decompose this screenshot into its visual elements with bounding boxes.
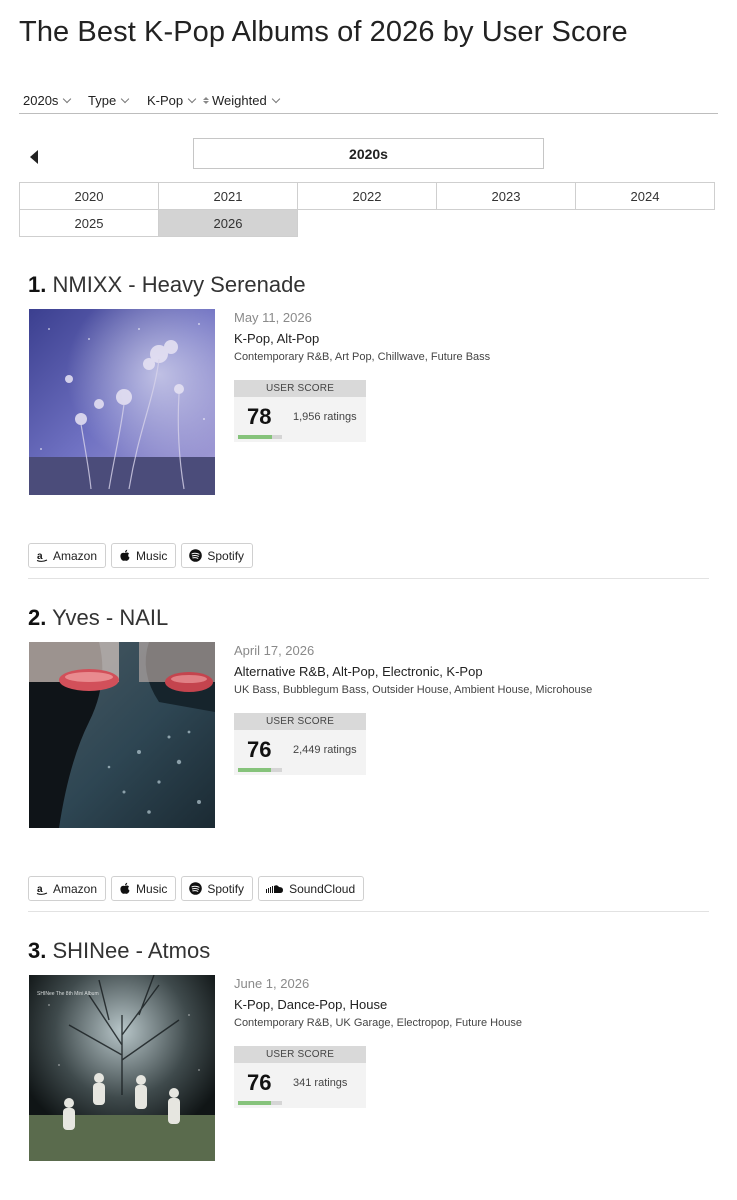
album-title[interactable]: 2. Yves - NAIL (28, 605, 168, 631)
decade-filter-label: 2020s (23, 93, 59, 108)
ratings-count: 2,449 ratings (293, 744, 357, 756)
user-score-box: USER SCORE 76 341 ratings (234, 1046, 366, 1108)
year-tab[interactable]: 2022 (297, 182, 437, 210)
album-cover-art: SHINee The 8th Mini Album (29, 975, 215, 1161)
album-rank: 3. (28, 938, 47, 963)
album-cover-art (29, 642, 215, 828)
spotify-icon (189, 882, 203, 895)
amazon-icon: a (36, 551, 48, 562)
filter-bar: 2020s Type K-Pop Weighted (19, 88, 718, 114)
spotify-link-label: Spotify (207, 881, 245, 896)
spotify-link-label: Spotify (207, 548, 245, 563)
amazon-link[interactable]: a Amazon (28, 876, 107, 901)
sort-filter-label: Weighted (212, 93, 267, 108)
divider (28, 911, 709, 912)
spotify-icon (189, 549, 203, 562)
score-bar-fill (238, 435, 273, 439)
type-filter-label: Type (88, 93, 117, 108)
apple-icon (120, 549, 130, 561)
secondary-genres[interactable]: Contemporary R&B, Art Pop, Chillwave, Fu… (234, 351, 490, 363)
year-tab[interactable]: 2024 (575, 182, 715, 210)
sort-filter[interactable]: Weighted (203, 93, 280, 108)
apple-music-link[interactable]: Music (111, 876, 177, 901)
year-tab[interactable]: 2023 (436, 182, 576, 210)
chevron-down-icon (271, 94, 280, 103)
buy-links: a Amazon Music Spotify SoundCloud (28, 876, 365, 901)
year-tab[interactable]: 2021 (158, 182, 298, 210)
page-title: The Best K-Pop Albums of 2026 by User Sc… (19, 16, 628, 48)
apple-icon (120, 882, 130, 894)
apple-music-link-label: Music (136, 881, 168, 896)
ratings-count: 341 ratings (293, 1077, 348, 1089)
amazon-link-label: Amazon (53, 881, 98, 896)
decade-filter[interactable]: 2020s (23, 93, 72, 108)
album-meta: April 17, 2026 Alternative R&B, Alt-Pop,… (234, 643, 592, 775)
score-bar (238, 768, 282, 772)
type-filter[interactable]: Type (88, 93, 130, 108)
album-cover[interactable]: SHINee The 8th Mini Album (29, 975, 215, 1161)
album-cover[interactable] (29, 309, 215, 495)
album-meta: May 11, 2026 K-Pop, Alt-Pop Contemporary… (234, 310, 490, 442)
album-title[interactable]: 1. NMIXX - Heavy Serenade (28, 272, 306, 298)
soundcloud-link[interactable]: SoundCloud (258, 876, 365, 901)
album-rank: 2. (28, 605, 47, 630)
caret-left-icon[interactable] (30, 150, 38, 164)
year-tab[interactable]: 2025 (19, 209, 159, 237)
user-score-label: USER SCORE (234, 1046, 366, 1063)
album-title[interactable]: 3. SHINee - Atmos (28, 938, 210, 964)
cover-text: SHINee The 8th Mini Album (37, 991, 99, 997)
amazon-icon: a (36, 884, 48, 895)
primary-genres[interactable]: Alternative R&B, Alt-Pop, Electronic, K-… (234, 664, 592, 679)
decade-selector: 2020s (193, 138, 544, 169)
amazon-link-label: Amazon (53, 548, 98, 563)
year-tab-selected[interactable]: 2026 (158, 209, 298, 237)
score-bar-fill (238, 1101, 272, 1105)
score-bar (238, 435, 282, 439)
ratings-count: 1,956 ratings (293, 411, 357, 423)
album-name: NMIXX - Heavy Serenade (52, 272, 306, 297)
spotify-link[interactable]: Spotify (181, 543, 254, 568)
soundcloud-link-label: SoundCloud (289, 881, 356, 896)
user-score-box: USER SCORE 78 1,956 ratings (234, 380, 366, 442)
release-date: June 1, 2026 (234, 976, 310, 991)
primary-genres[interactable]: K-Pop, Alt-Pop (234, 331, 490, 346)
user-score-box: USER SCORE 76 2,449 ratings (234, 713, 366, 775)
chevron-down-icon (63, 94, 72, 103)
year-tab[interactable]: 2020 (19, 182, 159, 210)
release-date: April 17, 2026 (234, 643, 315, 658)
album-cover-art (29, 309, 215, 495)
apple-music-link-label: Music (136, 548, 168, 563)
amazon-link[interactable]: a Amazon (28, 543, 107, 568)
user-score-label: USER SCORE (234, 380, 366, 397)
apple-music-link[interactable]: Music (111, 543, 177, 568)
chevron-down-icon (187, 94, 197, 103)
score-bar-fill (238, 768, 272, 772)
chevron-down-icon (120, 94, 130, 103)
secondary-genres[interactable]: Contemporary R&B, UK Garage, Electropop,… (234, 1017, 522, 1029)
user-score-label: USER SCORE (234, 713, 366, 730)
genre-filter[interactable]: K-Pop (147, 93, 197, 108)
user-score-value: 76 (247, 737, 272, 762)
primary-genres[interactable]: K-Pop, Dance-Pop, House (234, 997, 522, 1012)
user-score-value: 76 (247, 1070, 272, 1095)
album-cover[interactable] (29, 642, 215, 828)
secondary-genres[interactable]: UK Bass, Bubblegum Bass, Outsider House,… (234, 684, 592, 696)
buy-links: a Amazon Music Spotify (28, 543, 254, 568)
album-rank: 1. (28, 272, 47, 297)
soundcloud-icon (266, 884, 284, 893)
divider (28, 578, 709, 579)
album-meta: June 1, 2026 K-Pop, Dance-Pop, House Con… (234, 976, 522, 1108)
sort-icon (203, 97, 209, 104)
album-name: Yves - NAIL (52, 605, 169, 630)
score-bar (238, 1101, 282, 1105)
genre-filter-label: K-Pop (147, 93, 184, 108)
user-score-value: 78 (247, 404, 272, 429)
release-date: May 11, 2026 (234, 310, 312, 325)
album-name: SHINee - Atmos (52, 938, 211, 963)
spotify-link[interactable]: Spotify (181, 876, 254, 901)
